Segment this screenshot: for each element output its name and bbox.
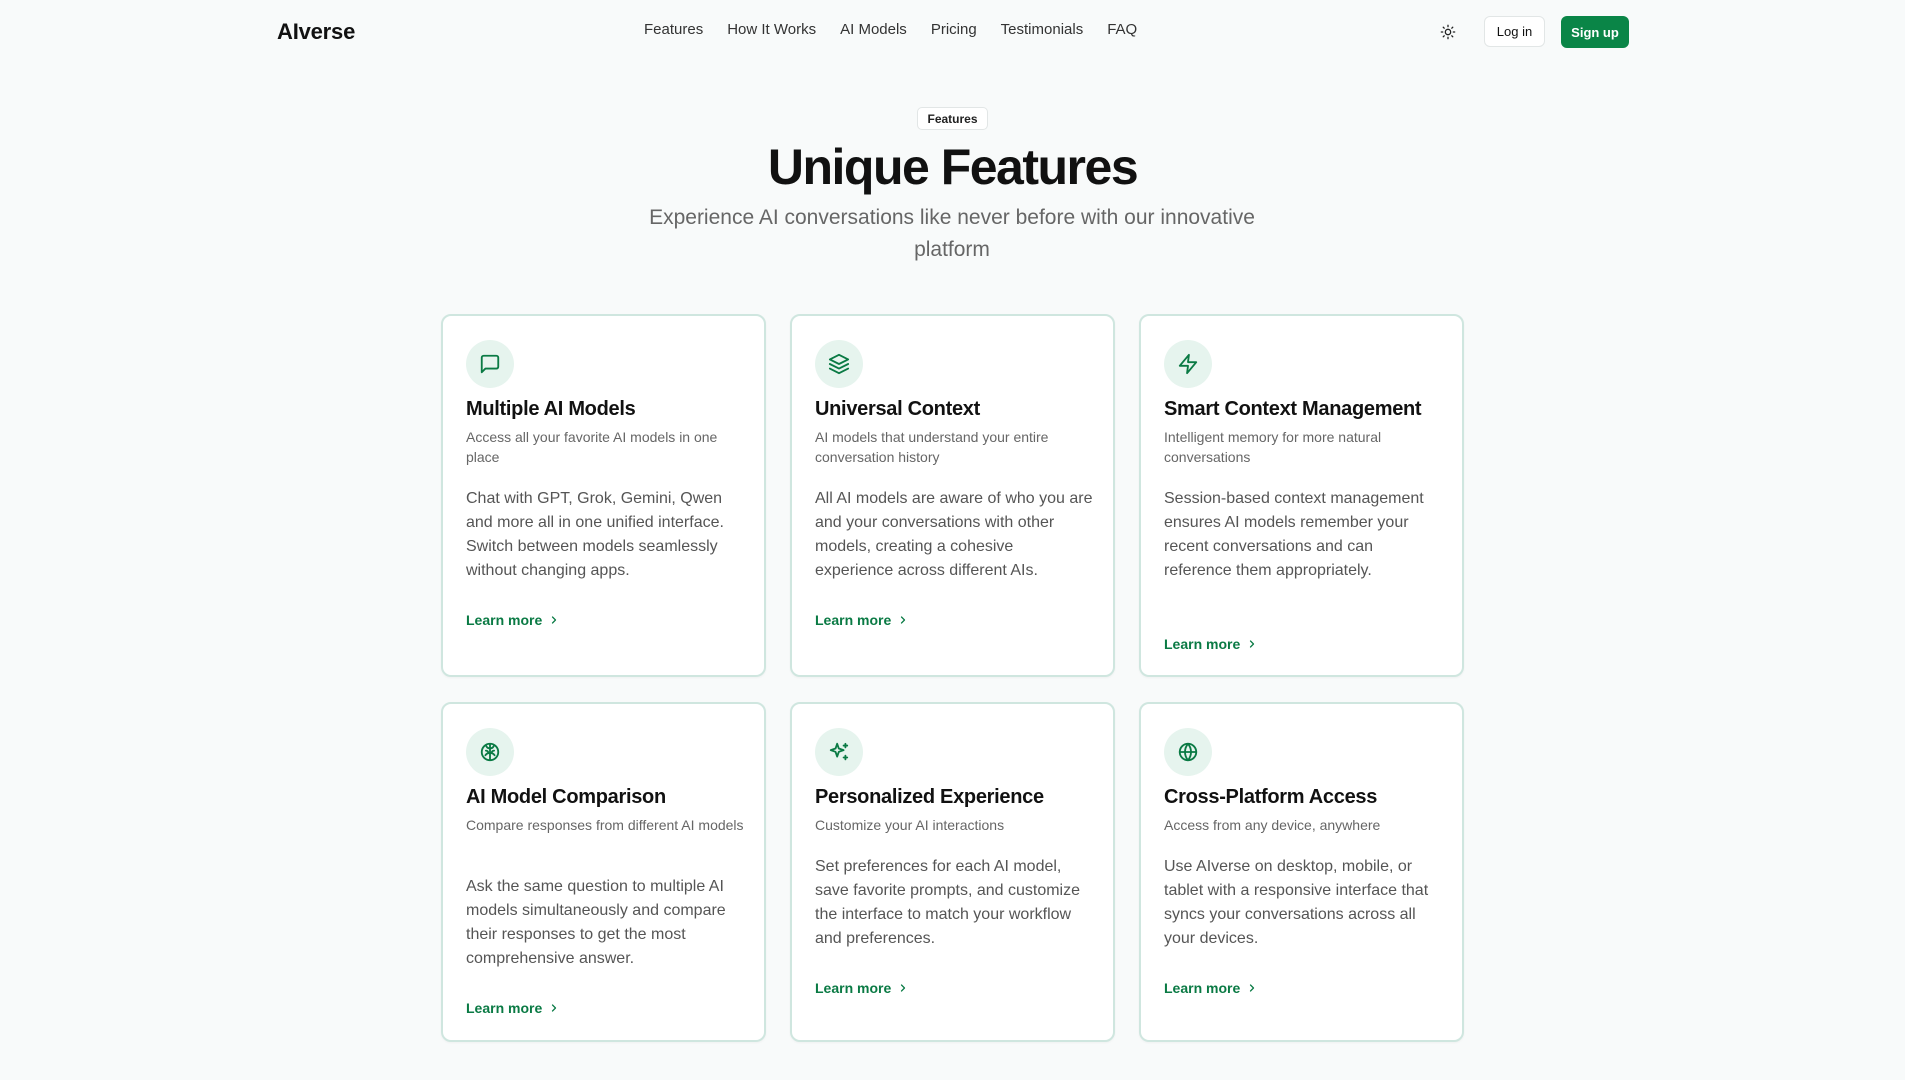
theme-toggle-button[interactable]	[1432, 20, 1464, 44]
section-badge: Features	[917, 107, 988, 130]
learn-more-label: Learn more	[466, 612, 543, 628]
icon-badge	[1164, 728, 1212, 776]
sparkles-icon	[829, 742, 849, 761]
card-subtitle: Customize your AI interactions	[815, 817, 1005, 833]
icon-badge	[466, 728, 514, 776]
card-description: Session-based context management ensures…	[1164, 490, 1424, 579]
feature-card-cross-platform-access: Cross-Platform Access Access from any de…	[1139, 702, 1464, 1042]
learn-more-label: Learn more	[815, 980, 892, 996]
learn-more-link[interactable]: Learn more	[466, 1000, 560, 1016]
card-title: Multiple AI Models	[466, 398, 636, 420]
message-square-icon	[480, 354, 500, 374]
brain-icon	[480, 742, 500, 762]
card-title: Smart Context Management	[1164, 398, 1422, 420]
sun-icon	[1440, 24, 1456, 40]
feature-card-universal-context: Universal Context AI models that underst…	[790, 314, 1115, 677]
card-description: Ask the same question to multiple AI mod…	[466, 878, 726, 967]
nav-link-pricing[interactable]: Pricing	[931, 21, 977, 38]
card-description: Chat with GPT, Grok, Gemini, Qwen and mo…	[466, 490, 724, 579]
nav-link-how-it-works[interactable]: How It Works	[727, 21, 816, 38]
card-title: Universal Context	[815, 398, 980, 420]
chevron-right-icon	[901, 984, 906, 992]
card-description: Use AIverse on desktop, mobile, or table…	[1164, 858, 1429, 947]
nav-link-features[interactable]: Features	[644, 21, 703, 38]
login-button[interactable]: Log in	[1484, 16, 1545, 47]
learn-more-label: Learn more	[1164, 980, 1241, 996]
chevron-right-icon	[552, 1004, 557, 1012]
card-subtitle: Compare responses from different AI mode…	[466, 817, 744, 833]
feature-card-personalized-experience: Personalized Experience Customize your A…	[790, 702, 1115, 1042]
nav-link-ai-models[interactable]: AI Models	[840, 21, 907, 38]
globe-icon	[1178, 742, 1198, 762]
section-subtitle: Experience AI conversations like never b…	[649, 206, 1255, 261]
card-subtitle: Intelligent memory for more natural conv…	[1164, 429, 1382, 465]
feature-card-multiple-ai-models: Multiple AI Models Access all your favor…	[441, 314, 766, 677]
card-description: All AI models are aware of who you are a…	[815, 490, 1093, 579]
signup-button[interactable]: Sign up	[1561, 16, 1629, 48]
icon-badge	[815, 340, 863, 388]
card-subtitle: Access all your favorite AI models in on…	[466, 429, 718, 465]
learn-more-link[interactable]: Learn more	[466, 612, 560, 628]
learn-more-link[interactable]: Learn more	[1164, 636, 1258, 652]
card-subtitle: Access from any device, anywhere	[1164, 817, 1381, 833]
learn-more-label: Learn more	[466, 1000, 543, 1016]
learn-more-link[interactable]: Learn more	[815, 980, 909, 996]
nav-link-testimonials[interactable]: Testimonials	[1001, 21, 1084, 38]
learn-more-link[interactable]: Learn more	[1164, 980, 1258, 996]
card-subtitle: AI models that understand your entire co…	[815, 429, 1049, 465]
card-description: Set preferences for each AI model, save …	[815, 858, 1081, 947]
feature-card-smart-context-management: Smart Context Management Intelligent mem…	[1139, 314, 1464, 677]
learn-more-link[interactable]: Learn more	[815, 612, 909, 628]
learn-more-label: Learn more	[1164, 636, 1241, 652]
chevron-right-icon	[1250, 984, 1255, 992]
layers-icon	[828, 353, 850, 375]
nav-link-faq[interactable]: FAQ	[1107, 21, 1137, 38]
zap-icon	[1178, 353, 1198, 375]
top-nav: AIverse Features How It Works AI Models …	[0, 0, 1905, 64]
chevron-right-icon	[1250, 640, 1255, 648]
nav-links: Features How It Works AI Models Pricing …	[644, 21, 1137, 38]
card-title: AI Model Comparison	[466, 786, 666, 808]
learn-more-label: Learn more	[815, 612, 892, 628]
icon-badge	[815, 728, 863, 776]
card-title: Cross-Platform Access	[1164, 786, 1378, 808]
chevron-right-icon	[901, 616, 906, 624]
icon-badge	[466, 340, 514, 388]
chevron-right-icon	[552, 616, 557, 624]
card-title: Personalized Experience	[815, 786, 1044, 808]
section-title: Unique Features	[767, 139, 1139, 195]
brand-logo[interactable]: AIverse	[277, 19, 355, 45]
icon-badge	[1164, 340, 1212, 388]
feature-card-ai-model-comparison: AI Model Comparison Compare responses fr…	[441, 702, 766, 1042]
